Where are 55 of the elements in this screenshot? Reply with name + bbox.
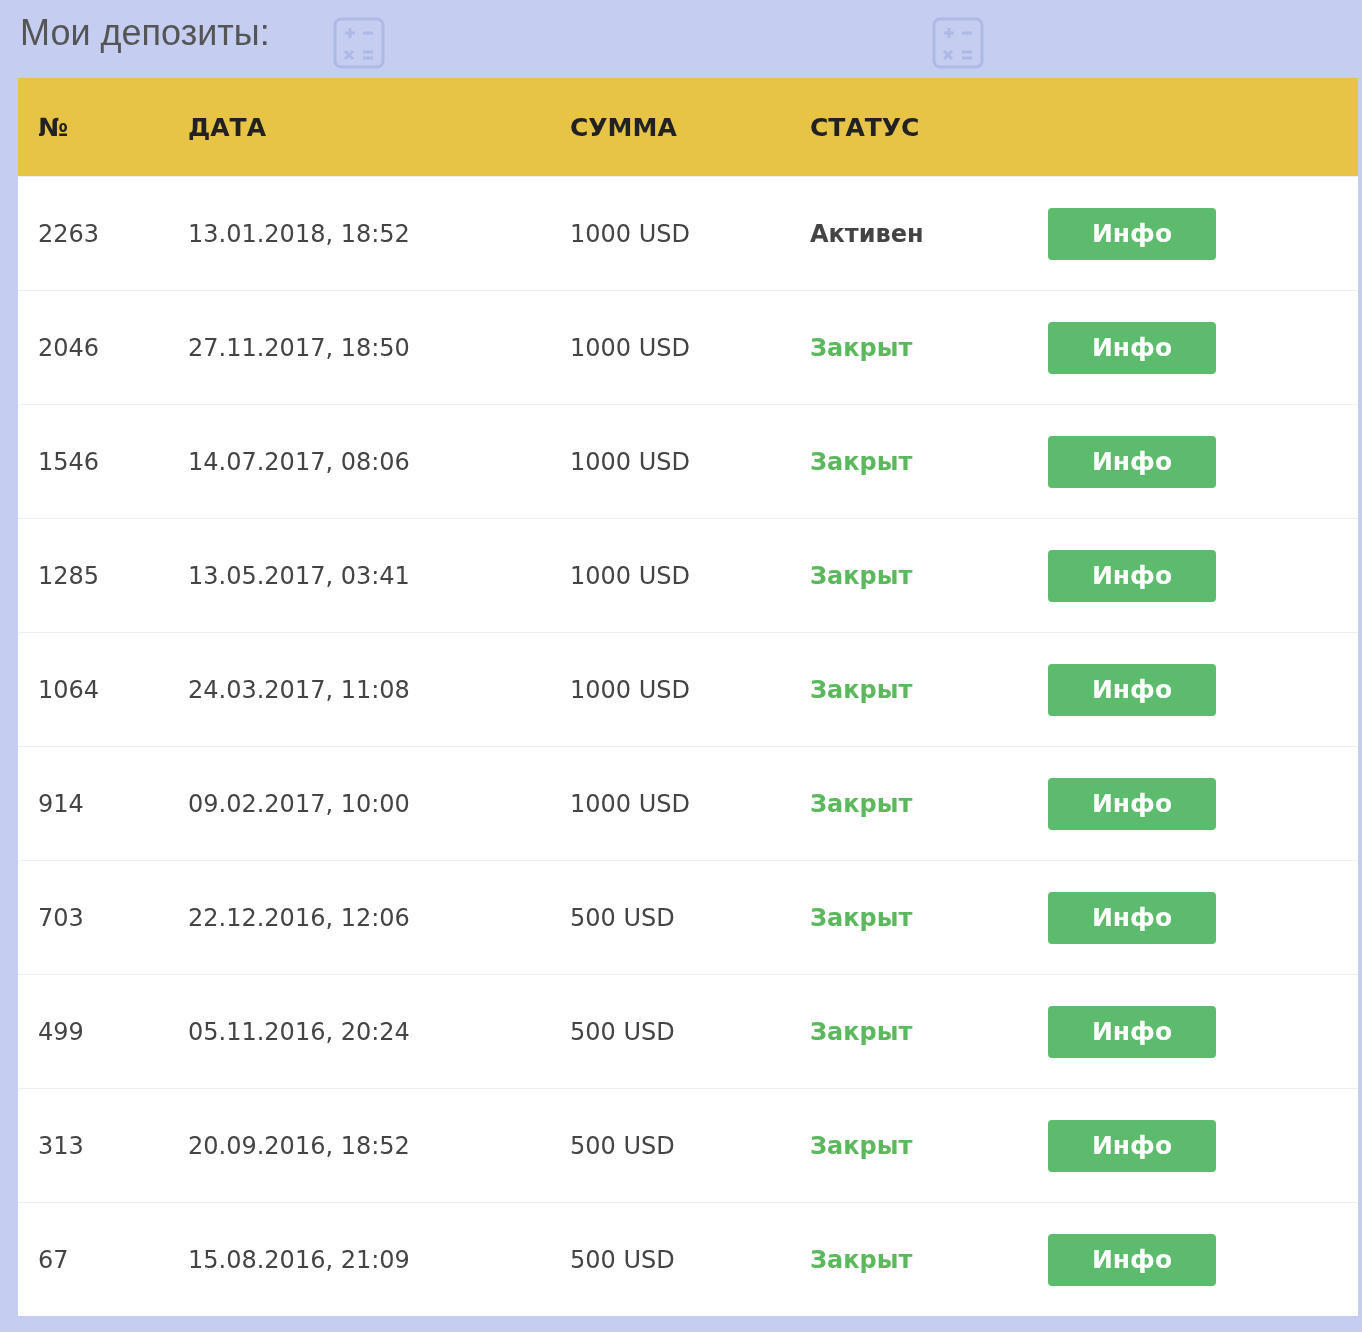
table-cell: 2263 — [38, 219, 100, 248]
status-label: Закрыт — [810, 1017, 913, 1046]
table-cell: 15.08.2016, 21:09 — [188, 1245, 410, 1274]
table-cell: 22.12.2016, 12:06 — [188, 903, 410, 932]
table-cell: 499 — [38, 1017, 84, 1046]
table-cell: 13.01.2018, 18:52 — [188, 219, 410, 248]
table-cell: 500 USD — [570, 1245, 675, 1274]
table-cell: 1000 USD — [570, 447, 690, 476]
column-header: № — [38, 112, 69, 142]
table-cell: 313 — [38, 1131, 84, 1160]
info-button[interactable]: Инфо — [1048, 663, 1216, 716]
info-button[interactable]: Инфо — [1048, 321, 1216, 374]
page-title: Мои депозиты: — [20, 12, 270, 54]
table-cell: 67 — [38, 1245, 69, 1274]
status-label: Закрыт — [810, 333, 913, 362]
table-cell: 1546 — [38, 447, 100, 476]
table-cell: 13.05.2017, 03:41 — [188, 561, 410, 590]
table-cell: 914 — [38, 789, 84, 818]
table-cell: 1285 — [38, 561, 100, 590]
table-cell: 20.09.2016, 18:52 — [188, 1131, 410, 1160]
status-label: Закрыт — [810, 1245, 913, 1274]
table-cell: 1064 — [38, 675, 100, 704]
status-label: Закрыт — [810, 675, 913, 704]
column-header: СУММА — [570, 112, 677, 142]
status-label: Закрыт — [810, 447, 913, 476]
table-cell: 27.11.2017, 18:50 — [188, 333, 410, 362]
table-cell: 05.11.2016, 20:24 — [188, 1017, 410, 1046]
table-cell: 500 USD — [570, 1017, 675, 1046]
info-button[interactable]: Инфо — [1048, 777, 1216, 830]
table-cell: 1000 USD — [570, 219, 690, 248]
table-cell: 1000 USD — [570, 789, 690, 818]
status-label: Закрыт — [810, 789, 913, 818]
table-cell: 1000 USD — [570, 561, 690, 590]
status-label: Закрыт — [810, 1131, 913, 1160]
table-cell: 1000 USD — [570, 675, 690, 704]
info-button[interactable]: Инфо — [1048, 891, 1216, 944]
table-cell: 14.07.2017, 08:06 — [188, 447, 410, 476]
info-button[interactable]: Инфо — [1048, 1233, 1216, 1286]
table-cell: 1000 USD — [570, 333, 690, 362]
table-cell: 703 — [38, 903, 84, 932]
info-button[interactable]: Инфо — [1048, 1119, 1216, 1172]
table-cell: 2046 — [38, 333, 100, 362]
table-cell: 500 USD — [570, 1131, 675, 1160]
status-label: Закрыт — [810, 903, 913, 932]
table-cell: 24.03.2017, 11:08 — [188, 675, 410, 704]
info-button[interactable]: Инфо — [1048, 207, 1216, 260]
table-cell: 09.02.2017, 10:00 — [188, 789, 410, 818]
info-button[interactable]: Инфо — [1048, 1005, 1216, 1058]
status-label: Активен — [810, 219, 924, 248]
status-label: Закрыт — [810, 561, 913, 590]
info-button[interactable]: Инфо — [1048, 549, 1216, 602]
table-cell: 500 USD — [570, 903, 675, 932]
column-header: СТАТУС — [810, 112, 920, 142]
info-button[interactable]: Инфо — [1048, 435, 1216, 488]
column-header: ДАТА — [188, 112, 266, 142]
